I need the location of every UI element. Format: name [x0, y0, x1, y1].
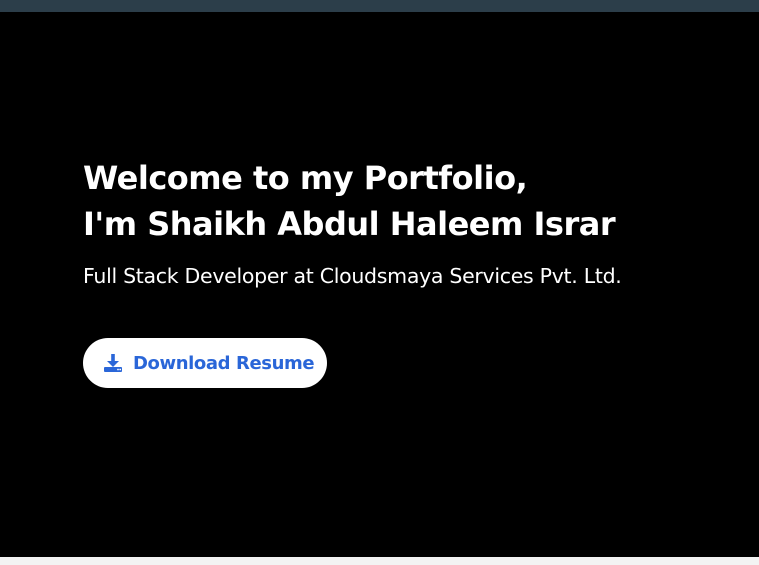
top-navbar-strip	[0, 0, 759, 12]
hero-title-line-2: I'm Shaikh Abdul Haleem Israr	[83, 205, 616, 243]
hero-content: Welcome to my Portfolio, I'm Shaikh Abdu…	[83, 155, 733, 291]
download-icon	[103, 353, 123, 373]
hero-title: Welcome to my Portfolio, I'm Shaikh Abdu…	[83, 155, 733, 247]
hero-subtitle: Full Stack Developer at Cloudsmaya Servi…	[83, 264, 622, 288]
download-resume-button[interactable]: Download Resume	[83, 338, 327, 388]
hero-title-line-1: Welcome to my Portfolio,	[83, 159, 528, 197]
page-bottom-edge	[0, 557, 759, 565]
download-resume-label: Download Resume	[133, 352, 315, 374]
